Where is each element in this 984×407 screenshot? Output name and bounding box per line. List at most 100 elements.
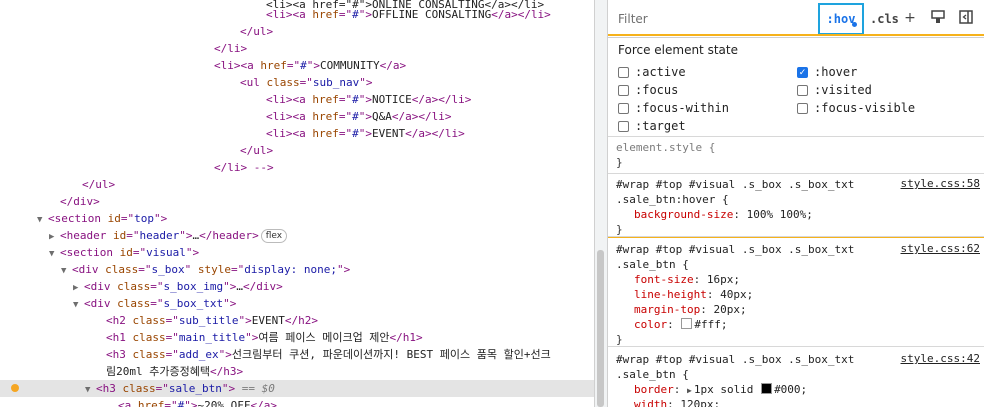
rule-selector[interactable]: #wrap #top #visual .s_box .s_box_txt [616, 352, 854, 367]
dom-node-row[interactable]: ▶ <div class="s_box_img">…</div> [0, 278, 594, 295]
unchecked-box-icon[interactable] [797, 84, 808, 96]
state-checkbox-target[interactable]: :target [618, 118, 686, 134]
hov-button[interactable]: :hov [818, 3, 864, 35]
state-checkbox-hover[interactable]: ✓:hover [797, 64, 857, 80]
css-property-row[interactable]: margin-top: 20px; [634, 302, 747, 317]
markup-tag: "> [358, 93, 372, 106]
css-property-row[interactable]: width: 120px; [634, 397, 720, 407]
rule-source-link[interactable]: style.css:42 [901, 352, 980, 365]
dom-node-row[interactable]: <li><a href="#">EVENT</a></li> [0, 125, 594, 142]
css-property-row[interactable]: color: #fff; [634, 317, 728, 332]
new-style-rule-icon[interactable]: + [902, 10, 918, 26]
unchecked-box-icon[interactable] [618, 102, 629, 114]
rule-selector[interactable]: #wrap #top #visual .s_box .s_box_txt [616, 177, 854, 192]
dom-node-row[interactable]: </li> --> [0, 159, 594, 176]
dom-node-row[interactable]: <li><a href="#">Q&A</a></li> [0, 108, 594, 125]
css-property-row[interactable]: line-height: 40px; [634, 287, 753, 302]
unchecked-box-icon[interactable] [618, 66, 629, 78]
node-markup: 림20ml 추가증정혜택</h3> [106, 363, 243, 380]
dom-node-row[interactable]: ▼ <section id="visual"> [0, 244, 594, 261]
unchecked-box-icon[interactable] [618, 84, 629, 96]
dom-node-row[interactable]: </ul> [0, 142, 594, 159]
markup-tag: "> [238, 314, 252, 327]
unchecked-box-icon[interactable] [797, 102, 808, 114]
markup-val: # [352, 127, 359, 140]
expand-shorthand-icon[interactable]: ▶ [687, 386, 692, 395]
dom-node-row[interactable]: <li><a href="#">OFFLINE CONSALTING</a></… [0, 6, 594, 23]
dom-node-row[interactable]: <li><a href="#">COMMUNITY</a> [0, 57, 594, 74]
markup-tag: =" [338, 110, 353, 123]
markup-attr: id [112, 229, 127, 242]
cls-button[interactable]: .cls [870, 12, 899, 26]
markup-tag: </div> [242, 280, 283, 293]
checked-box-icon[interactable]: ✓ [797, 66, 808, 78]
markup-val: sale_btn [168, 382, 222, 395]
markup-tag: =" [338, 8, 353, 21]
state-checkbox-focus[interactable]: :focus [618, 82, 678, 98]
markup-tag: =" [150, 297, 164, 310]
dom-node-row[interactable]: <h2 class="sub_title">EVENT</h2> [0, 312, 594, 329]
dom-node-row[interactable]: <li><a href="#">NOTICE</a></li> [0, 91, 594, 108]
markup-attr: class [105, 263, 139, 276]
dom-node-row[interactable]: </ul> [0, 176, 594, 193]
state-checkbox-focus-within[interactable]: :focus-within [618, 100, 729, 116]
markup-val: display: none; [244, 263, 337, 276]
markup-attr: id [119, 246, 133, 259]
rule-source-link[interactable]: style.css:58 [901, 177, 980, 190]
selected-node-row[interactable]: ▼ <h3 class="sale_btn"> == $0 [0, 380, 594, 397]
markup-tag: "> [218, 348, 232, 361]
markup-txt: 여름 페이스 메이크업 제안 [258, 331, 390, 344]
markup-tag: "> [223, 280, 237, 293]
node-markup: </div> [60, 193, 100, 210]
dom-node-row[interactable]: <h3 class="add_ex">선크림부터 쿠션, 파운데이션까지! BE… [0, 346, 594, 363]
markup-txt: … [236, 280, 243, 293]
dom-node-row[interactable]: ▼ <section id="top"> [0, 210, 594, 227]
dom-node-row[interactable]: ▼ <div class="s_box" style="display: none… [0, 261, 594, 278]
markup-tag: "> [306, 59, 320, 72]
colon: : [667, 318, 681, 331]
state-checkbox-active[interactable]: :active [618, 64, 686, 80]
color-swatch-icon[interactable] [761, 383, 773, 394]
css-property-value: 16px; [706, 273, 740, 286]
markup-val: visual [146, 246, 186, 259]
markup-txt: 선크림부터 쿠션, 파운데이션까지! BEST 페이스 품목 할인+선크 [231, 348, 551, 361]
css-property-row[interactable]: font-size: 16px; [634, 272, 740, 287]
markup-attr: class [132, 348, 166, 361]
markup-attr: href [312, 127, 339, 140]
styles-filter-input[interactable] [612, 6, 812, 32]
css-property-value: 40px; [720, 288, 754, 301]
dom-node-row[interactable]: 림20ml 추가증정혜택</h3> [0, 363, 594, 380]
dom-node-row[interactable]: ▼ <div class="s_box_txt"> [0, 295, 594, 312]
dom-node-row[interactable]: <h1 class="main_title">여름 페이스 메이크업 제안</h… [0, 329, 594, 346]
dom-node-row[interactable]: </div> [0, 193, 594, 210]
css-property-row[interactable]: border: ▶ 1px solid #000; [634, 382, 807, 397]
dom-node-row[interactable]: <a href="#">~20% OFF</a> [0, 397, 594, 407]
elements-scrollbar[interactable] [597, 250, 604, 407]
state-label: :active [635, 65, 686, 79]
css-property-row[interactable]: background-size: 100% 100%; [634, 207, 813, 222]
rule-selector[interactable]: #wrap #top #visual .s_box .s_box_txt [616, 242, 854, 257]
markup-attr: class [117, 280, 151, 293]
toggle-sidebar-icon[interactable] [958, 10, 974, 26]
rule-selector: .sale_btn { [616, 258, 689, 271]
unchecked-box-icon[interactable] [618, 120, 629, 132]
markup-val: sub_title [178, 314, 239, 327]
state-checkbox-visited[interactable]: :visited [797, 82, 872, 98]
state-label: :focus-within [635, 101, 729, 115]
markup-tag: "> [358, 8, 372, 21]
elements-tree[interactable]: <li><a href="#">ONLINE CONSALTING</a></l… [0, 0, 594, 407]
flex-badge[interactable]: flex [260, 229, 288, 243]
dom-node-row[interactable]: </ul> [0, 23, 594, 40]
css-property-name: font-size [634, 273, 694, 286]
markup-attr: href [312, 110, 339, 123]
dom-node-row[interactable]: ▶ <header id="header">…</header> flex [0, 227, 594, 244]
dom-node-row[interactable]: <ul class="sub_nav"> [0, 74, 594, 91]
color-swatch-icon[interactable] [681, 318, 693, 329]
dom-node-row[interactable]: </li> [0, 40, 594, 57]
element-style-selector[interactable]: element.style { [616, 140, 715, 155]
node-markup: <li><a href="#">Q&A</a></li> [266, 108, 451, 125]
state-checkbox-focus-visible[interactable]: :focus-visible [797, 100, 915, 116]
rule-source-link[interactable]: style.css:62 [901, 242, 980, 255]
computed-styles-icon[interactable] [930, 10, 946, 26]
markup-tag: =" [120, 212, 135, 225]
